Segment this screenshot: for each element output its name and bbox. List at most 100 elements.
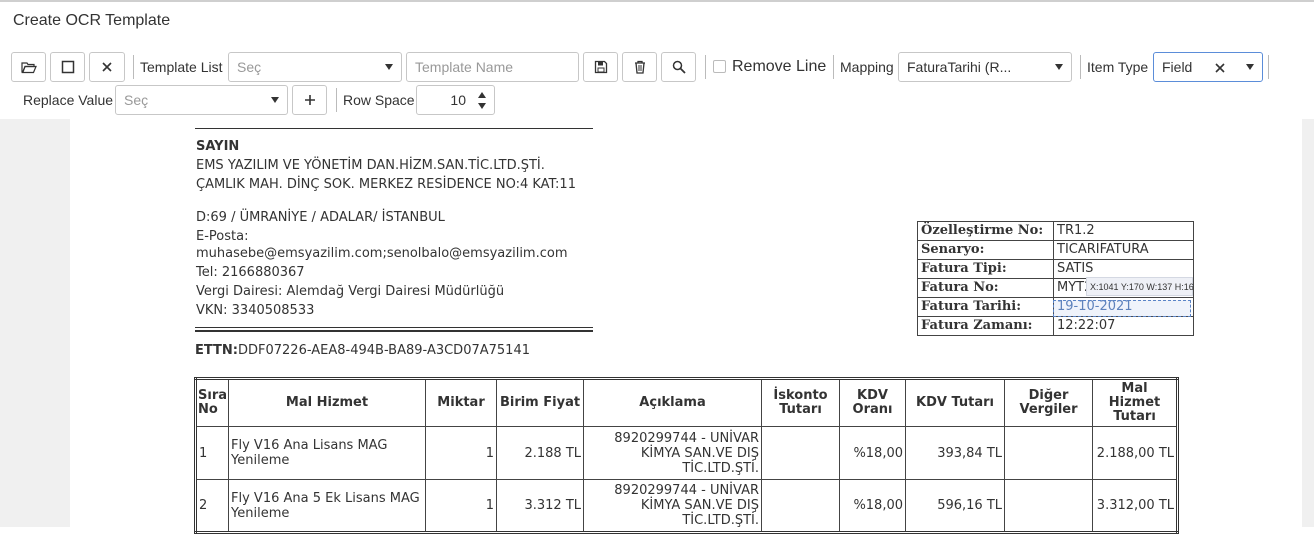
toolbar-separator	[133, 55, 134, 79]
item-vat-amount: 596,16 TL	[905, 479, 1006, 533]
item-description: 8920299744 - UNİVAR KİMYA SAN.VE DIŞ TİC…	[583, 426, 763, 480]
row-space-stepper[interactable]: 10	[416, 85, 495, 115]
ettn-label: ETTN:	[195, 343, 238, 358]
window-top-border	[0, 0, 1314, 2]
column-header: Mal Hizmet	[228, 378, 427, 427]
chevron-down-icon	[1055, 64, 1063, 70]
info-key: Özelleştirme No:	[917, 221, 1054, 241]
item-name: Fly V16 Ana 5 Ek Lisans MAG Yenileme	[228, 479, 427, 533]
ocr-selection-box[interactable]	[1053, 300, 1191, 317]
ettn-value: DDF07226-AEA8-494B-BA89-A3CD07A75141	[238, 343, 530, 358]
save-icon	[594, 60, 607, 74]
save-button[interactable]	[583, 52, 618, 82]
plus-icon	[304, 95, 315, 105]
mapping-label: Mapping	[840, 59, 894, 75]
row-number: 1	[194, 426, 230, 480]
row-space-label: Row Space	[343, 92, 415, 108]
info-value: TR1.2	[1053, 221, 1194, 241]
chevron-down-icon	[271, 97, 279, 103]
add-replace-button[interactable]	[292, 85, 327, 115]
item-vat-rate: %18,00	[839, 479, 907, 533]
email-label: E-Posta:	[196, 229, 249, 244]
info-row: Senaryo: TICARIFATURA	[917, 240, 1194, 260]
column-header: Açıklama	[583, 378, 763, 427]
item-unit-price: 2.188 TL	[496, 426, 585, 480]
table-row: 1 Fly V16 Ana Lisans MAG Yenileme 1 2.18…	[194, 426, 1179, 480]
info-key: Fatura Tipi:	[917, 259, 1054, 279]
column-header: Sıra No	[194, 378, 230, 427]
recipient-company: EMS YAZILIM VE YÖNETİM DAN.HİZM.SAN.TİC.…	[196, 158, 545, 173]
item-description: 8920299744 - UNİVAR KİMYA SAN.VE DIŞ TİC…	[583, 479, 763, 533]
divider	[195, 330, 593, 332]
close-icon	[102, 62, 112, 72]
replace-value-placeholder: Seç	[124, 92, 149, 108]
folder-open-icon	[20, 62, 37, 74]
selection-coordinates-tooltip: X:1041 Y:170 W:137 H:16	[1086, 277, 1194, 296]
item-vat-rate: %18,00	[839, 426, 907, 480]
info-row: Özelleştirme No: TR1.2	[917, 221, 1194, 241]
info-value: TICARIFATURA	[1053, 240, 1194, 260]
template-list-select[interactable]: Seç	[228, 52, 402, 82]
toolbar-separator	[336, 88, 337, 112]
item-other-taxes	[1004, 479, 1094, 533]
open-button[interactable]	[11, 52, 46, 82]
item-quantity: 1	[425, 479, 498, 533]
invoice-items-table: Sıra No Mal Hizmet Miktar Birim Fiyat Aç…	[194, 377, 1180, 534]
info-row: Fatura Zamanı: 12:22:07	[917, 316, 1194, 336]
stepper-down-icon[interactable]	[478, 103, 486, 109]
toolbar-separator	[833, 55, 834, 79]
item-unit-price: 3.312 TL	[496, 479, 585, 533]
cancel-button[interactable]	[89, 52, 125, 82]
column-header: Birim Fiyat	[496, 378, 585, 427]
chevron-down-icon	[1246, 64, 1254, 70]
item-type-value: Field	[1162, 59, 1193, 75]
tel-value: Tel: 2166880367	[196, 265, 305, 280]
items-header-row: Sıra No Mal Hizmet Miktar Birim Fiyat Aç…	[194, 378, 1179, 427]
stepper-up-icon[interactable]	[478, 92, 486, 98]
row-space-value: 10	[450, 92, 466, 108]
item-name: Fly V16 Ana Lisans MAG Yenileme	[228, 426, 427, 480]
table-row: 2 Fly V16 Ana 5 Ek Lisans MAG Yenileme 1…	[194, 479, 1179, 533]
trash-icon	[634, 60, 645, 74]
remove-line-checkbox[interactable]	[713, 60, 726, 73]
template-name-input[interactable]: Template Name	[406, 52, 579, 82]
divider	[195, 327, 593, 328]
info-key: Fatura Tarihi:	[917, 297, 1054, 317]
item-vat-amount: 393,84 TL	[905, 426, 1006, 480]
info-key: Senaryo:	[917, 240, 1054, 260]
item-type-select[interactable]: Field	[1153, 52, 1263, 82]
item-type-label: Item Type	[1087, 59, 1149, 75]
toolbar-separator	[1080, 55, 1081, 79]
delete-button[interactable]	[622, 52, 657, 82]
info-key: Fatura No:	[917, 278, 1054, 298]
search-icon	[672, 60, 686, 74]
item-discount	[761, 426, 841, 480]
info-value: SATIS	[1053, 259, 1194, 279]
chevron-down-icon	[385, 64, 393, 70]
replace-value-select[interactable]: Seç	[115, 85, 288, 115]
recipient-heading: SAYIN	[196, 139, 240, 154]
column-header: Miktar	[425, 378, 498, 427]
clear-icon[interactable]	[1215, 63, 1225, 73]
row-number: 2	[194, 479, 230, 533]
tax-office-value: Vergi Dairesi: Alemdağ Vergi Dairesi Müd…	[196, 284, 505, 299]
template-list-placeholder: Seç	[237, 59, 262, 75]
column-header: Mal Hizmet Tutarı	[1092, 378, 1179, 427]
remove-line-label: Remove Line	[732, 58, 827, 75]
info-key: Fatura Zamanı:	[917, 316, 1054, 336]
mapping-select[interactable]: FaturaTarihi (R...	[898, 52, 1072, 82]
item-total: 3.312,00 TL	[1092, 479, 1179, 533]
template-name-placeholder: Template Name	[415, 59, 514, 75]
column-header: Diğer Vergiler	[1004, 378, 1094, 427]
email-value: muhasebe@emsyazilim.com;senolbalo@emsyaz…	[196, 246, 568, 261]
column-header: KDV Tutarı	[905, 378, 1006, 427]
recipient-address-line1: ÇAMLIK MAH. DİNÇ SOK. MERKEZ RESİDENCE N…	[196, 177, 576, 192]
toolbar-separator	[705, 55, 706, 79]
select-rect-icon	[61, 60, 74, 74]
search-button[interactable]	[661, 52, 696, 82]
column-header: KDV Oranı	[839, 378, 907, 427]
divider	[195, 128, 593, 129]
select-area-button[interactable]	[50, 52, 85, 82]
item-quantity: 1	[425, 426, 498, 480]
window-title: Create OCR Template	[13, 12, 171, 29]
